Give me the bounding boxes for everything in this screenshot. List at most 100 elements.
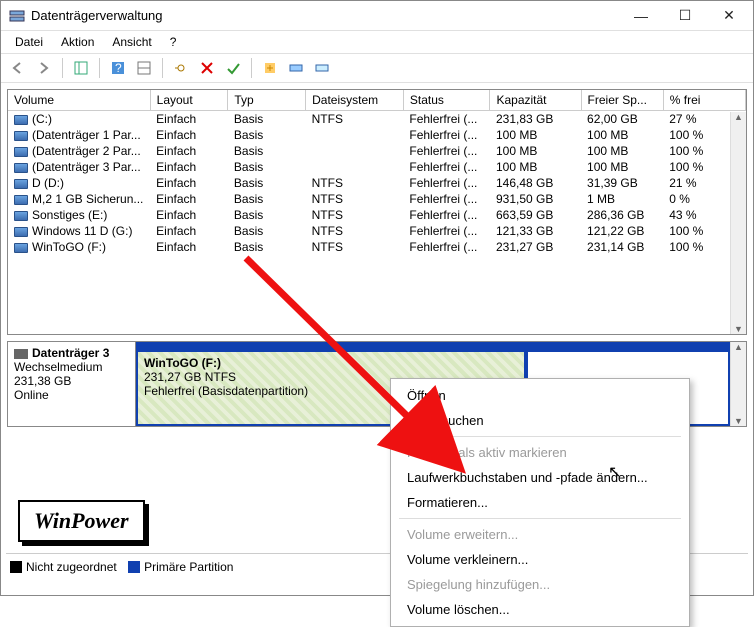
winpower-logo: WinPower xyxy=(18,500,145,542)
ctx-format[interactable]: Formatieren... xyxy=(391,490,689,515)
cell: Einfach xyxy=(150,143,228,159)
cell: 100 MB xyxy=(581,143,663,159)
table-row[interactable]: M,2 1 GB Sicherun...EinfachBasisNTFSFehl… xyxy=(8,191,746,207)
cell: 121,22 GB xyxy=(581,223,663,239)
cell: Basis xyxy=(228,207,306,223)
column-header[interactable]: Freier Sp... xyxy=(581,90,663,111)
cell: 663,59 GB xyxy=(490,207,581,223)
table-row[interactable]: Sonstiges (E:)EinfachBasisNTFSFehlerfrei… xyxy=(8,207,746,223)
column-header[interactable]: Typ xyxy=(228,90,306,111)
cell: WinToGO (F:) xyxy=(8,239,150,255)
column-header[interactable]: Volume xyxy=(8,90,150,111)
cell: NTFS xyxy=(306,111,404,128)
cell: Basis xyxy=(228,191,306,207)
back-button[interactable] xyxy=(7,57,29,79)
legend-unallocated: Nicht zugeordnet xyxy=(26,560,117,574)
table-row[interactable]: WinToGO (F:)EinfachBasisNTFSFehlerfrei (… xyxy=(8,239,746,255)
cell: Basis xyxy=(228,159,306,175)
column-header[interactable]: Status xyxy=(403,90,490,111)
table-row[interactable]: (Datenträger 1 Par...EinfachBasis Fehlerf… xyxy=(8,127,746,143)
settings-icon[interactable] xyxy=(170,57,192,79)
cell: NTFS xyxy=(306,223,404,239)
vertical-scrollbar[interactable] xyxy=(730,342,746,426)
vertical-scrollbar[interactable] xyxy=(730,112,746,334)
cell: Fehlerfrei (... xyxy=(403,143,490,159)
cell xyxy=(306,127,404,143)
menu-help[interactable]: ? xyxy=(162,33,185,51)
table-row[interactable]: D (D:)EinfachBasisNTFSFehlerfrei (...146… xyxy=(8,175,746,191)
view-icon[interactable] xyxy=(70,57,92,79)
cell: Basis xyxy=(228,127,306,143)
cell: Einfach xyxy=(150,223,228,239)
cell: 31,39 GB xyxy=(581,175,663,191)
menu-view[interactable]: Ansicht xyxy=(104,33,159,51)
close-button[interactable]: ✕ xyxy=(707,2,751,30)
volume-icon xyxy=(14,211,28,221)
ctx-mark-active: Partition als aktiv markieren xyxy=(391,440,689,465)
cell: 231,27 GB xyxy=(490,239,581,255)
maximize-button[interactable]: ☐ xyxy=(663,2,707,30)
ctx-browse[interactable]: Durchsuchen xyxy=(391,408,689,433)
volume-icon xyxy=(14,243,28,253)
cell: (Datenträger 1 Par... xyxy=(8,127,150,143)
cell: NTFS xyxy=(306,207,404,223)
toolbar-separator xyxy=(251,58,252,78)
layout-icon[interactable] xyxy=(133,57,155,79)
help-icon[interactable]: ? xyxy=(107,57,129,79)
menu-action[interactable]: Aktion xyxy=(53,33,102,51)
disk-header[interactable]: Datenträger 3 Wechselmedium 231,38 GB On… xyxy=(8,342,136,426)
minimize-button[interactable]: — xyxy=(619,2,663,30)
ctx-separator xyxy=(399,518,681,519)
volume-icon xyxy=(14,179,28,189)
cell: D (D:) xyxy=(8,175,150,191)
cell: NTFS xyxy=(306,239,404,255)
cell: 100 MB xyxy=(490,143,581,159)
context-menu: Öffnen Durchsuchen Partition als aktiv m… xyxy=(390,378,690,627)
table-row[interactable]: Windows 11 D (G:)EinfachBasisNTFSFehlerf… xyxy=(8,223,746,239)
ctx-open[interactable]: Öffnen xyxy=(391,383,689,408)
menu-file[interactable]: Datei xyxy=(7,33,51,51)
new-icon[interactable] xyxy=(259,57,281,79)
disk2-icon[interactable] xyxy=(311,57,333,79)
table-row[interactable]: (Datenträger 3 Par...EinfachBasisFehlerf… xyxy=(8,159,746,175)
column-header[interactable]: Kapazität xyxy=(490,90,581,111)
volume-list[interactable]: VolumeLayoutTypDateisystemStatusKapazitä… xyxy=(7,89,747,335)
ctx-separator xyxy=(399,436,681,437)
cell xyxy=(306,143,404,159)
cell: 231,14 GB xyxy=(581,239,663,255)
menubar: Datei Aktion Ansicht ? xyxy=(1,31,753,53)
cell: 931,50 GB xyxy=(490,191,581,207)
table-row[interactable]: (C:)EinfachBasisNTFSFehlerfrei (...231,8… xyxy=(8,111,746,128)
titlebar: Datenträgerverwaltung — ☐ ✕ xyxy=(1,1,753,31)
cell: 1 MB xyxy=(581,191,663,207)
ctx-delete-volume[interactable]: Volume löschen... xyxy=(391,597,689,622)
cell: NTFS xyxy=(306,191,404,207)
ctx-change-drive-letter[interactable]: Laufwerkbuchstaben und ‑pfade ändern... xyxy=(391,465,689,490)
disk1-icon[interactable] xyxy=(285,57,307,79)
partition-size: 231,27 GB NTFS xyxy=(144,370,236,384)
cell: 100 MB xyxy=(490,159,581,175)
delete-icon[interactable] xyxy=(196,57,218,79)
cell: Einfach xyxy=(150,175,228,191)
cell: Fehlerfrei (... xyxy=(403,239,490,255)
column-header[interactable]: Dateisystem xyxy=(306,90,404,111)
cell: Einfach xyxy=(150,127,228,143)
forward-button[interactable] xyxy=(33,57,55,79)
cell: Einfach xyxy=(150,239,228,255)
column-header[interactable]: Layout xyxy=(150,90,228,111)
check-icon[interactable] xyxy=(222,57,244,79)
cell: Einfach xyxy=(150,191,228,207)
volume-icon xyxy=(14,163,28,173)
volume-icon xyxy=(14,115,28,125)
column-header[interactable]: % frei xyxy=(663,90,745,111)
cell: Basis xyxy=(228,111,306,128)
toolbar-separator xyxy=(62,58,63,78)
legend-swatch-unallocated xyxy=(10,561,22,573)
cell: Fehlerfrei (... xyxy=(403,127,490,143)
table-row[interactable]: (Datenträger 2 Par...EinfachBasisFehlerf… xyxy=(8,143,746,159)
ctx-extend-volume: Volume erweitern... xyxy=(391,522,689,547)
cell: 100 MB xyxy=(581,127,663,143)
legend-swatch-primary xyxy=(128,561,140,573)
ctx-shrink-volume[interactable]: Volume verkleinern... xyxy=(391,547,689,572)
cell: M,2 1 GB Sicherun... xyxy=(8,191,150,207)
